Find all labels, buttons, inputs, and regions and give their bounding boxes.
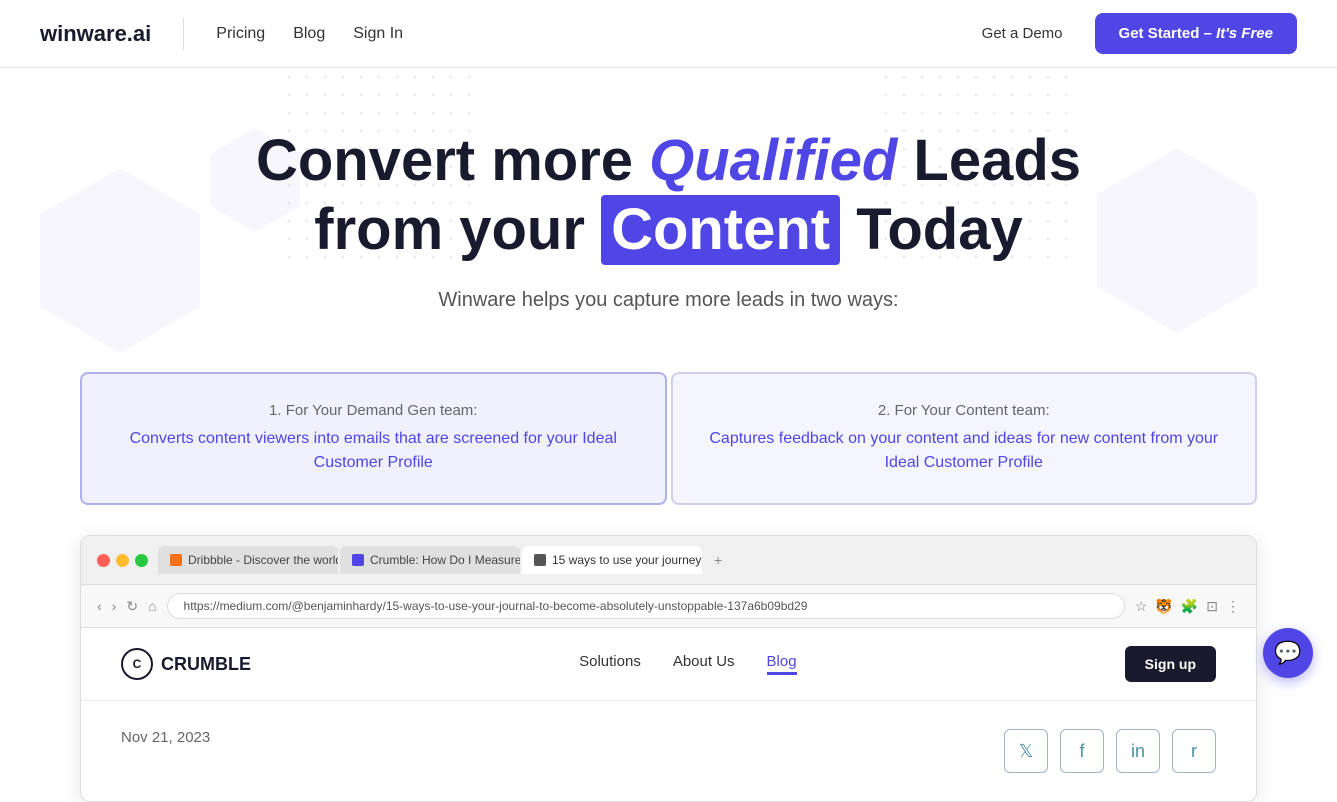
facebook-share-button[interactable]: f <box>1060 729 1104 773</box>
nav-link-signin[interactable]: Sign In <box>353 25 403 43</box>
chat-bubble-button[interactable]: 💬 <box>1263 628 1313 678</box>
tab-favicon-0 <box>170 554 182 566</box>
back-button[interactable]: ‹ <box>97 598 102 614</box>
get-started-button[interactable]: Get Started – It's Free <box>1095 13 1297 54</box>
demo-button[interactable]: Get a Demo <box>966 17 1079 50</box>
logo: winware.ai <box>40 21 151 47</box>
inner-logo-icon: C <box>121 648 153 680</box>
bookmark-icon[interactable]: ☆ <box>1135 598 1148 615</box>
title-post: Leads <box>897 128 1081 193</box>
maximize-window-button[interactable] <box>135 554 148 567</box>
nav-links: Pricing Blog Sign In <box>216 25 403 43</box>
started-italic: It's Free <box>1216 25 1273 42</box>
nav-link-pricing[interactable]: Pricing <box>216 25 265 43</box>
inner-nav-links: Solutions About Us Blog <box>579 653 796 675</box>
forward-button[interactable]: › <box>112 598 117 614</box>
browser-tab-1[interactable]: Crumble: How Do I Measure... ✕ <box>340 546 520 574</box>
navbar: winware.ai Pricing Blog Sign In Get a De… <box>0 0 1337 68</box>
title-line2-pre: from your <box>314 197 601 262</box>
title-pre: Convert more <box>256 128 649 193</box>
logo-text: winware.ai <box>40 21 151 47</box>
inner-signup-button[interactable]: Sign up <box>1125 646 1216 682</box>
card-text-2: Captures feedback on your content and id… <box>709 427 1220 475</box>
inner-link-blog[interactable]: Blog <box>767 653 797 675</box>
tab-label-0: Dribbble - Discover the world... <box>188 553 338 567</box>
browser-tabs: Dribbble - Discover the world... ✕ Crumb… <box>158 546 1240 574</box>
hero-subtitle: Winware helps you capture more leads in … <box>40 289 1297 312</box>
extension-icon-3[interactable]: ⊡ <box>1206 598 1218 615</box>
title-highlight: Content <box>601 195 840 266</box>
new-tab-button[interactable]: + <box>704 546 732 574</box>
card-number-1: 1. For Your Demand Gen team: <box>118 402 629 419</box>
browser-tab-2[interactable]: 15 ways to use your journey to... ✕ <box>522 546 702 574</box>
browser-mockup: Dribbble - Discover the world... ✕ Crumb… <box>80 535 1257 802</box>
social-share-icons: 𝕏 f in r <box>1004 729 1216 773</box>
card-demand-gen: 1. For Your Demand Gen team: Converts co… <box>80 372 667 505</box>
inner-page: C CRUMBLE Solutions About Us Blog Sign u… <box>81 628 1256 801</box>
tab-favicon-1 <box>352 554 364 566</box>
started-label: Get Started – <box>1119 25 1217 42</box>
nav-link-blog[interactable]: Blog <box>293 25 325 43</box>
reddit-share-button[interactable]: r <box>1172 729 1216 773</box>
menu-icon[interactable]: ⋮ <box>1226 598 1240 615</box>
url-field[interactable]: https://medium.com/@benjaminhardy/15-way… <box>167 593 1125 619</box>
browser-url-bar: ‹ › ↻ ⌂ https://medium.com/@benjaminhard… <box>81 585 1256 628</box>
twitter-share-button[interactable]: 𝕏 <box>1004 729 1048 773</box>
hero-section: Convert more Qualified Leads from your C… <box>0 68 1337 372</box>
tab-favicon-2 <box>534 554 546 566</box>
nav-divider <box>183 18 184 50</box>
tab-label-1: Crumble: How Do I Measure... <box>370 553 520 567</box>
article-date: Nov 21, 2023 <box>121 729 210 746</box>
minimize-window-button[interactable] <box>116 554 129 567</box>
extension-icon-1[interactable]: 🐯 <box>1155 598 1172 615</box>
extension-icon-2[interactable]: 🧩 <box>1181 598 1198 615</box>
reload-button[interactable]: ↻ <box>126 598 138 615</box>
hero-title: Convert more Qualified Leads from your C… <box>40 128 1297 265</box>
browser-window-controls <box>97 554 148 567</box>
card-number-2: 2. For Your Content team: <box>709 402 1220 419</box>
linkedin-share-button[interactable]: in <box>1116 729 1160 773</box>
browser-tab-0[interactable]: Dribbble - Discover the world... ✕ <box>158 546 338 574</box>
close-window-button[interactable] <box>97 554 110 567</box>
browser-toolbar-icons: ☆ 🐯 🧩 ⊡ ⋮ <box>1135 598 1240 615</box>
title-line2-post: Today <box>840 197 1023 262</box>
card-text-1: Converts content viewers into emails tha… <box>118 427 629 475</box>
inner-logo: C CRUMBLE <box>121 648 251 680</box>
inner-content: Nov 21, 2023 𝕏 f in r <box>81 701 1256 801</box>
title-italic: Qualified <box>649 128 897 193</box>
card-content-team: 2. For Your Content team: Captures feedb… <box>671 372 1258 505</box>
tab-label-2: 15 ways to use your journey to... <box>552 553 702 567</box>
inner-link-solutions[interactable]: Solutions <box>579 653 641 675</box>
browser-tab-bar: Dribbble - Discover the world... ✕ Crumb… <box>81 536 1256 585</box>
feature-cards: 1. For Your Demand Gen team: Converts co… <box>80 372 1257 505</box>
inner-navbar: C CRUMBLE Solutions About Us Blog Sign u… <box>81 628 1256 701</box>
inner-logo-text: CRUMBLE <box>161 654 251 675</box>
inner-link-about[interactable]: About Us <box>673 653 735 675</box>
home-button[interactable]: ⌂ <box>148 598 156 614</box>
